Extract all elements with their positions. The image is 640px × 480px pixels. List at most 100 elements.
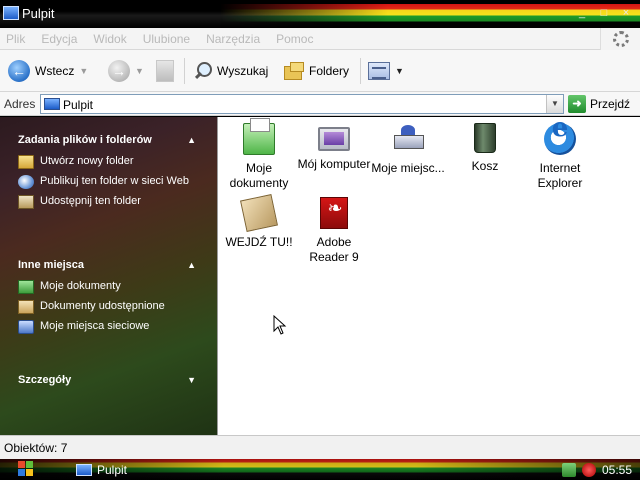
object-count: Obiektów: 7	[4, 441, 68, 455]
share-folder-icon	[18, 195, 34, 209]
go-arrow-icon: ➜	[568, 95, 586, 113]
menu-favorites[interactable]: Ulubione	[141, 32, 192, 46]
desktop-icon	[44, 98, 60, 110]
address-label: Adres	[4, 97, 36, 111]
menu-tools[interactable]: Narzędzia	[204, 32, 262, 46]
back-dropdown-icon[interactable]: ▼	[79, 66, 88, 76]
publish-web-icon	[18, 175, 34, 189]
folders-button[interactable]: Foldery	[282, 57, 349, 85]
views-dropdown-icon[interactable]: ▼	[395, 66, 404, 76]
activity-throbber	[600, 28, 640, 50]
other-places-section: Inne miejsca ▲ Moje dokumenty Dokumenty …	[10, 254, 210, 344]
status-bar: Obiektów: 7	[0, 435, 640, 459]
place-my-documents[interactable]: Moje dokumenty	[18, 280, 210, 294]
system-tray: 05:55	[561, 461, 632, 478]
file-tasks-title: Zadania plików i folderów	[18, 134, 152, 146]
place-network[interactable]: Moje miejsca sieciowe	[18, 320, 210, 334]
network-places-icon	[392, 123, 424, 155]
go-button[interactable]: ➜ Przejdź	[568, 94, 630, 114]
address-bar: Adres Pulpit ▼ ➜ Przejdź	[0, 92, 640, 116]
toolbar: ← Wstecz ▼ → ▼ Wyszukaj Foldery ▼	[0, 50, 640, 92]
security-shield-icon[interactable]	[581, 462, 596, 477]
network-tray-icon[interactable]	[561, 462, 576, 477]
go-label: Przejdź	[590, 97, 631, 111]
desktop-item-internet-explorer[interactable]: Internet Explorer	[523, 121, 597, 191]
window-title: Pulpit	[22, 6, 55, 21]
item-label: WEJDŹ TU!!	[225, 235, 293, 249]
desktop-item-my-documents[interactable]: Moje dokumenty	[222, 118, 296, 191]
window-icon[interactable]	[3, 6, 19, 20]
search-icon	[192, 61, 212, 81]
windows-logo-icon	[26, 469, 33, 476]
taskbar: Pulpit 05:55	[0, 459, 640, 480]
windows-logo-icon	[18, 469, 25, 476]
item-label: Moje miejsc...	[371, 161, 445, 175]
task-pane: Zadania plików i folderów ▲ Utwórz nowy …	[0, 117, 217, 435]
address-dropdown-icon[interactable]: ▼	[546, 95, 563, 113]
desktop-item-network-places[interactable]: Moje miejsc...	[371, 123, 445, 176]
place-label: Moje miejsca sieciowe	[40, 320, 150, 332]
place-label: Moje dokumenty	[40, 280, 121, 292]
collapse-icon[interactable]: ▲	[187, 129, 196, 151]
desktop-item-adobe-reader[interactable]: Adobe Reader 9	[297, 197, 371, 265]
task-label: Udostępnij ten folder	[40, 195, 141, 207]
menu-view[interactable]: Widok	[91, 32, 128, 46]
desktop-item-wejdz-tu[interactable]: WEJDŹ TU!!	[222, 194, 296, 250]
clock[interactable]: 05:55	[602, 463, 632, 477]
task-share-folder[interactable]: Udostępnij ten folder	[18, 195, 210, 209]
folders-label: Foldery	[309, 64, 350, 78]
maximize-button[interactable]: □	[596, 6, 612, 20]
other-places-header[interactable]: Inne miejsca ▲	[10, 254, 210, 276]
collapse-icon[interactable]: ▲	[187, 254, 196, 276]
details-header[interactable]: Szczegóły ▼	[10, 369, 210, 391]
windows-logo-icon	[18, 461, 25, 468]
shortcut-icon	[240, 194, 278, 232]
item-label: Kosz	[471, 159, 499, 173]
details-title: Szczegóły	[18, 374, 72, 386]
views-button[interactable]: ▼	[368, 57, 404, 85]
item-label: Mój komputer	[297, 157, 371, 171]
address-value: Pulpit	[63, 98, 94, 112]
loading-spinner-icon	[613, 31, 629, 47]
place-label: Dokumenty udostępnione	[40, 300, 165, 312]
task-publish-web[interactable]: Publikuj ten folder w sieci Web	[18, 175, 210, 189]
task-label: Publikuj ten folder w sieci Web	[40, 175, 189, 187]
task-label: Utwórz nowy folder	[40, 155, 134, 167]
minimize-button[interactable]: _	[574, 6, 590, 20]
my-documents-icon	[243, 118, 275, 155]
forward-button[interactable]: → ▼	[108, 57, 144, 85]
place-shared-documents[interactable]: Dokumenty udostępnione	[18, 300, 210, 314]
desktop-item-recycle-bin[interactable]: Kosz	[448, 123, 522, 174]
close-button[interactable]: ×	[618, 6, 634, 20]
desktop-content-area[interactable]: Moje dokumenty Mój komputer Moje miejsc.…	[217, 117, 640, 435]
menu-edit[interactable]: Edycja	[39, 32, 79, 46]
item-label: Adobe Reader 9	[309, 235, 359, 264]
start-button[interactable]	[18, 461, 36, 479]
toolbar-separator	[360, 58, 361, 84]
shared-documents-icon	[18, 300, 34, 314]
other-places-title: Inne miejsca	[18, 259, 85, 271]
file-tasks-header[interactable]: Zadania plików i folderów ▲	[10, 129, 210, 151]
task-new-folder[interactable]: Utwórz nowy folder	[18, 155, 210, 169]
back-button[interactable]: ← Wstecz ▼	[8, 57, 88, 85]
network-places-icon	[18, 320, 34, 334]
back-label: Wstecz	[35, 64, 75, 78]
menu-help[interactable]: Pomoc	[274, 32, 315, 46]
my-documents-icon	[18, 280, 34, 294]
recycle-bin-icon	[474, 123, 496, 153]
title-bar[interactable]: Pulpit _ □ ×	[0, 0, 640, 28]
forward-dropdown-icon[interactable]: ▼	[135, 66, 144, 76]
address-field[interactable]: Pulpit ▼	[40, 94, 564, 114]
search-button[interactable]: Wyszukaj	[192, 57, 268, 85]
back-arrow-icon: ←	[8, 60, 30, 82]
internet-explorer-icon	[544, 121, 576, 155]
up-folder-button[interactable]	[156, 57, 174, 85]
expand-icon[interactable]: ▼	[187, 369, 196, 391]
folders-icon	[282, 61, 304, 81]
search-label: Wyszukaj	[217, 64, 269, 78]
item-label: Moje dokumenty	[229, 161, 289, 190]
menu-file[interactable]: Plik	[4, 32, 27, 46]
menu-bar: Plik Edycja Widok Ulubione Narzędzia Pom…	[0, 28, 640, 50]
desktop-item-my-computer[interactable]: Mój komputer	[297, 123, 371, 172]
taskbar-window-button[interactable]: Pulpit	[76, 461, 127, 478]
